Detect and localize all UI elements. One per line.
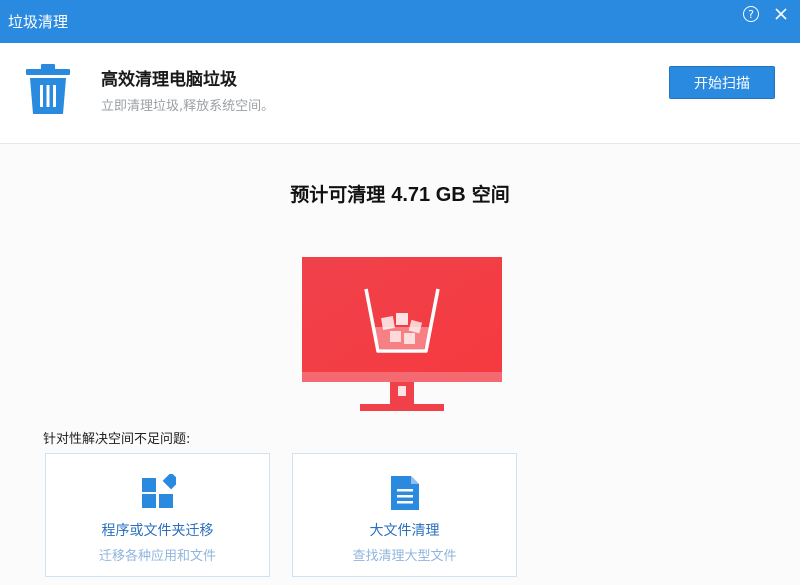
- card-title: 程序或文件夹迁移: [101, 523, 214, 539]
- help-icon: ?: [743, 6, 759, 22]
- estimate-size: 4.71 GB: [391, 184, 466, 206]
- title-bar: 垃圾清理 ?: [0, 0, 800, 43]
- section-label: 针对性解决空间不足问题:: [43, 432, 191, 447]
- header-title: 高效清理电脑垃圾: [101, 70, 237, 90]
- trash-icon: [26, 64, 70, 114]
- card-title: 大文件清理: [369, 523, 440, 539]
- card-subtitle: 查找清理大型文件: [352, 549, 457, 564]
- header-subtitle: 立即清理垃圾,释放系统空间。: [101, 99, 275, 114]
- help-button[interactable]: ?: [740, 3, 762, 25]
- large-file-cleanup-card[interactable]: 大文件清理 查找清理大型文件: [292, 453, 517, 577]
- estimate-prefix: 预计可清理: [290, 184, 386, 206]
- close-icon: [775, 8, 787, 20]
- close-button[interactable]: [770, 3, 792, 25]
- card-subtitle: 迁移各种应用和文件: [98, 549, 216, 564]
- apps-grid-icon: [141, 474, 176, 508]
- migrate-apps-card[interactable]: 程序或文件夹迁移 迁移各种应用和文件: [45, 453, 270, 577]
- estimate-text: 预计可清理 4.71 GB 空间: [0, 180, 800, 207]
- monitor-trash-illustration: [302, 257, 502, 411]
- estimate-suffix: 空间: [471, 184, 510, 206]
- document-icon: [390, 476, 419, 510]
- header-panel: 高效清理电脑垃圾 立即清理垃圾,释放系统空间。 开始扫描: [0, 43, 800, 144]
- window-title: 垃圾清理: [8, 13, 69, 31]
- start-scan-button[interactable]: 开始扫描: [669, 66, 775, 99]
